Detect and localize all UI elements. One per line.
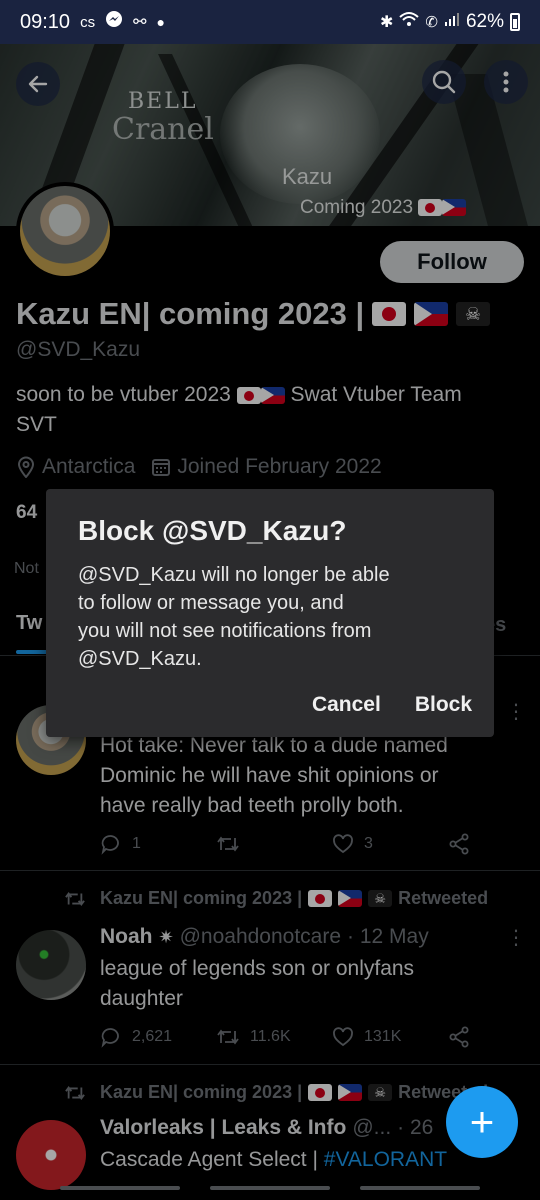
search-icon — [432, 70, 456, 94]
back-button[interactable] — [16, 62, 60, 106]
signal-icon — [444, 11, 460, 33]
follow-button[interactable]: Follow — [380, 241, 524, 283]
more-options-button[interactable] — [484, 60, 528, 104]
call-icon: ✆ — [425, 14, 438, 31]
japan-flag-icon — [372, 302, 407, 326]
not-followed-text: Not — [14, 560, 39, 577]
banner-name-text: Kazu — [282, 164, 333, 189]
following-count[interactable]: 64 — [16, 502, 37, 524]
japan-flag-icon — [308, 1084, 333, 1101]
dialog-message: @SVD_Kazu will no longer be able to foll… — [78, 564, 390, 670]
share-button[interactable] — [448, 1026, 470, 1048]
retweet-indicator: Kazu EN| coming 2023 | ☠ Retweeted — [64, 888, 488, 909]
profile-location: Antarctica — [42, 455, 136, 478]
carrier-label: ᴄs — [80, 13, 96, 31]
profile-joined: Joined February 2022 — [177, 455, 382, 478]
block-button[interactable]: Block — [415, 693, 472, 717]
tweet-author[interactable]: Noah — [100, 925, 153, 949]
status-bar: 09:10 ᴄs ⚯ ● ✱ ✆ 62% — [0, 0, 540, 44]
compose-tweet-button[interactable]: + — [446, 1086, 518, 1158]
pirate-flag-icon: ☠ — [368, 890, 393, 907]
retweet-button[interactable]: 11.6K — [216, 1026, 332, 1048]
tweet-avatar[interactable] — [16, 930, 86, 1000]
retweet-icon — [217, 836, 239, 852]
retweet-icon — [217, 1029, 239, 1045]
tweet-more-icon[interactable]: ⋮ — [506, 702, 526, 722]
reply-icon — [101, 1028, 119, 1048]
tweet-header: Valorleaks | Leaks & Info @... · 26 — [100, 1116, 433, 1140]
banner-sub-text: Coming 2023 — [300, 197, 467, 219]
status-time: 09:10 — [20, 10, 71, 33]
philippines-flag-icon — [442, 199, 467, 217]
bluetooth-icon: ✱ — [379, 14, 394, 31]
tab-tweets[interactable]: Tw — [16, 612, 42, 635]
heart-icon — [333, 1027, 353, 1047]
japan-flag-icon — [236, 386, 261, 404]
tweet-author[interactable]: Valorleaks | Leaks & Info — [100, 1116, 346, 1140]
tweet-text: league of legends son or onlyfans daught… — [100, 957, 415, 1010]
tweet-divider — [0, 870, 540, 871]
dot-icon: ● — [156, 14, 165, 30]
more-vertical-icon — [503, 71, 509, 93]
tweet-handle: @noahdonotcare — [179, 925, 342, 948]
reply-icon — [101, 835, 119, 855]
dialog-title: Block @SVD_Kazu? — [78, 515, 347, 546]
tweet-actions: 1 3 — [100, 833, 500, 855]
tweet-header: Noah ✷ @noahdonotcare · 12 May — [100, 925, 429, 949]
search-button[interactable] — [422, 60, 466, 104]
nav-gesture-bar — [210, 1186, 330, 1190]
tweet-date: · 26 — [397, 1116, 434, 1139]
tweet-more-icon[interactable]: ⋮ — [506, 928, 526, 948]
profile-handle: @SVD_Kazu — [16, 338, 141, 361]
share-icon — [449, 833, 469, 855]
pirate-flag-icon: ☠ — [368, 1084, 393, 1101]
japan-flag-icon — [418, 199, 443, 217]
messenger-icon — [105, 10, 123, 34]
location-pin-icon — [17, 456, 35, 478]
verified-sunburst-icon: ✷ — [158, 926, 174, 947]
hashtag-link[interactable]: #VALORANT — [324, 1148, 447, 1171]
japan-flag-icon — [308, 890, 333, 907]
reply-button[interactable]: 1 — [100, 833, 216, 855]
retweet-indicator: Kazu EN| coming 2023 | ☠ Retweeted — [64, 1082, 488, 1103]
wifi-icon — [399, 11, 420, 33]
philippines-flag-icon — [260, 386, 285, 404]
retweet-button[interactable] — [216, 833, 332, 855]
philippines-flag-icon — [338, 1084, 363, 1101]
retweet-icon — [65, 1085, 85, 1100]
plus-icon: + — [469, 1098, 495, 1145]
banner-bell-text: BELL — [128, 89, 198, 114]
battery-percent: 62% — [465, 11, 504, 32]
nav-gesture-bar — [60, 1186, 180, 1190]
tweet-text: Cascade Agent Select | #VALORANT — [100, 1148, 448, 1171]
heart-icon — [333, 834, 353, 854]
nav-gesture-bar — [360, 1186, 480, 1190]
like-button[interactable]: 3 — [332, 833, 448, 855]
share-button[interactable] — [448, 833, 470, 855]
reply-button[interactable]: 2,621 — [100, 1026, 216, 1048]
tweet-avatar[interactable] — [16, 1120, 86, 1190]
link-icon: ⚯ — [133, 14, 147, 31]
battery-icon — [510, 13, 520, 31]
tweet-divider — [0, 1064, 540, 1065]
arrow-left-icon — [28, 75, 48, 93]
tweet-text: Hot take: Never talk to a dude named Dom… — [100, 734, 448, 817]
profile-meta: Antarctica Joined February 2022 — [16, 455, 382, 479]
pirate-flag-icon: ☠ — [456, 302, 491, 326]
like-button[interactable]: 131K — [332, 1026, 448, 1048]
profile-avatar[interactable] — [16, 182, 114, 280]
cancel-button[interactable]: Cancel — [312, 693, 381, 717]
profile-name: Kazu EN| coming 2023 | ☠ — [16, 296, 491, 332]
tweet-date: · 12 May — [347, 925, 429, 948]
tweet-handle: @... — [352, 1116, 392, 1139]
philippines-flag-icon — [414, 302, 449, 326]
retweet-icon — [65, 891, 85, 906]
calendar-icon — [152, 459, 171, 476]
banner-cranel-text: Cranel — [112, 112, 214, 147]
share-icon — [449, 1026, 469, 1048]
tweet-actions: 2,621 11.6K 131K — [100, 1026, 500, 1048]
profile-bio: soon to be vtuber 2023 Swat Vtuber Team … — [16, 383, 462, 436]
block-dialog: Block @SVD_Kazu? @SVD_Kazu will no longe… — [46, 489, 494, 737]
philippines-flag-icon — [338, 890, 363, 907]
